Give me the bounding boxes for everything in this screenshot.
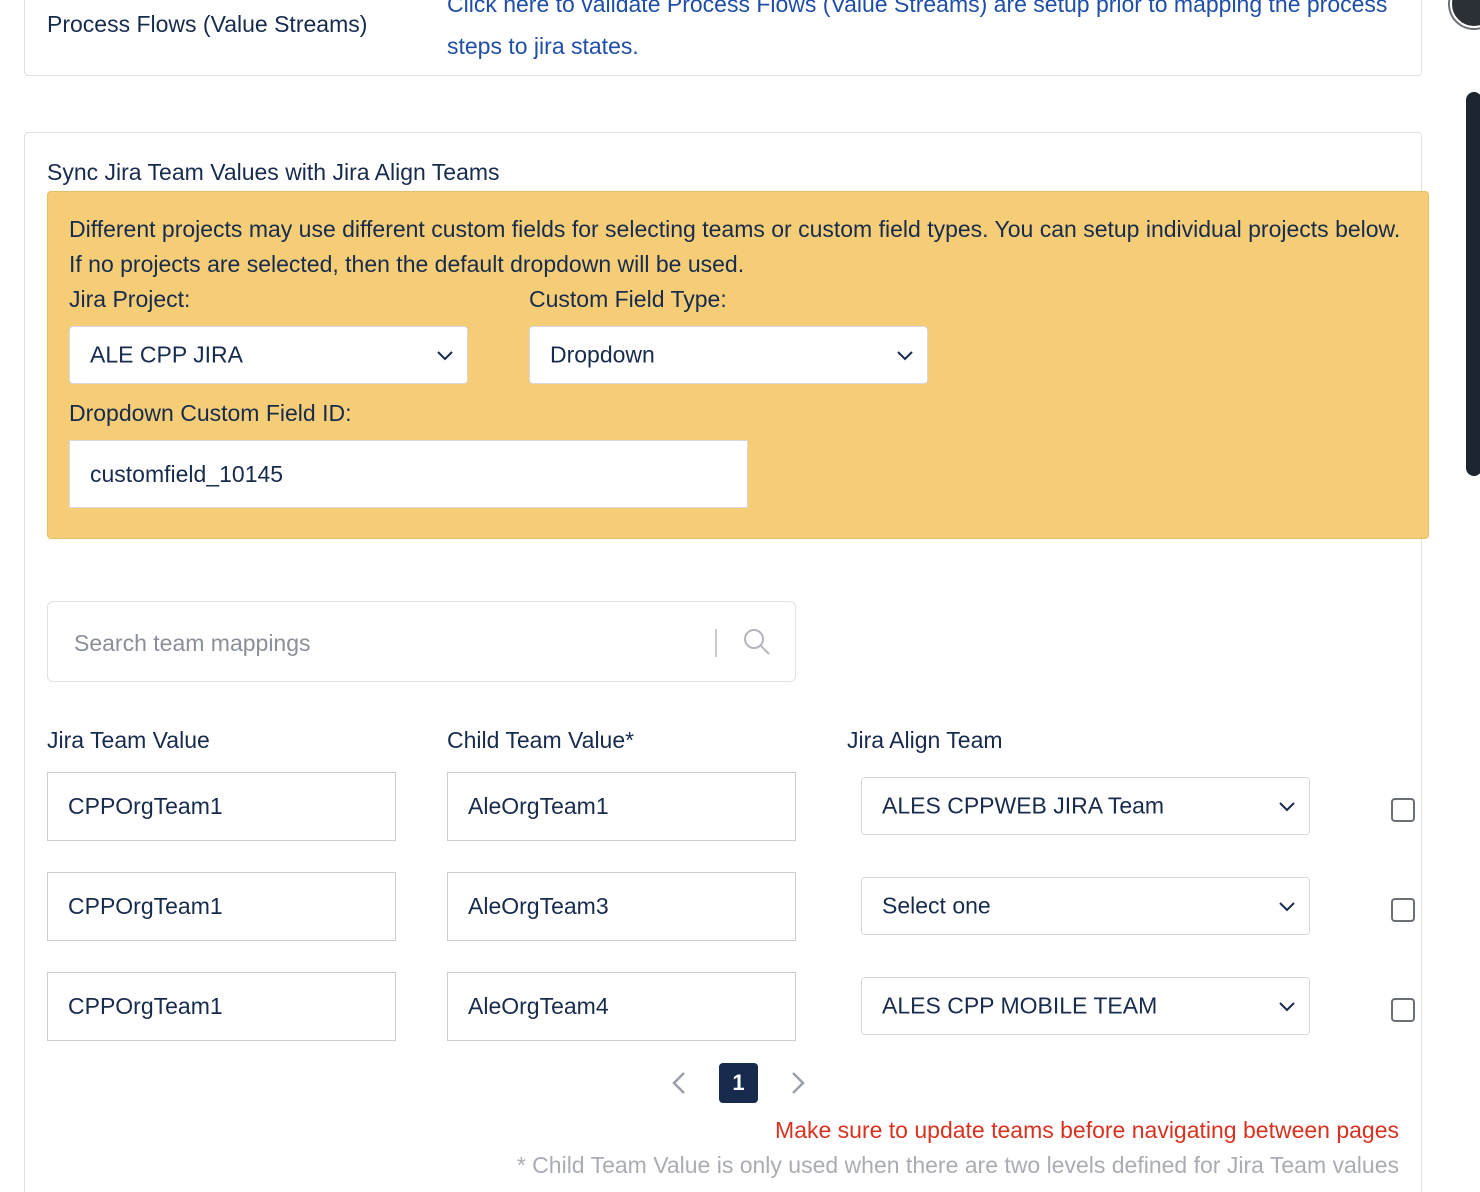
pagination-warning: Make sure to update teams before navigat… (775, 1117, 1399, 1143)
search-input[interactable] (72, 620, 676, 666)
row-checkbox[interactable] (1391, 998, 1415, 1022)
section-title: Sync Jira Team Values with Jira Align Te… (47, 159, 500, 185)
chevron-down-icon (1279, 902, 1295, 912)
search-icon[interactable] (742, 627, 772, 657)
prev-page-icon[interactable] (668, 1068, 690, 1098)
chevron-down-icon (1279, 802, 1295, 812)
jira-align-team-select[interactable]: Select one (861, 877, 1310, 935)
child-team-value-input[interactable] (447, 872, 796, 941)
jira-align-team-value: ALES CPP MOBILE TEAM (882, 992, 1158, 1019)
jira-project-select[interactable]: ALE CPP JIRA (69, 326, 468, 384)
child-team-footnote: * Child Team Value is only used when the… (516, 1152, 1399, 1178)
search-divider (715, 629, 717, 657)
validate-process-flows-link[interactable]: Click here to validate Process Flows (Va… (447, 0, 1407, 67)
jira-project-value: ALE CPP JIRA (90, 341, 243, 368)
custom-field-type-value: Dropdown (550, 341, 655, 368)
page: Process Flows (Value Streams) Click here… (0, 0, 1480, 1192)
chevron-down-icon (897, 351, 913, 361)
jira-team-value-input[interactable] (47, 772, 396, 841)
jira-align-team-select[interactable]: ALES CPPWEB JIRA Team (861, 777, 1310, 835)
custom-field-type-select[interactable]: Dropdown (529, 326, 928, 384)
help-badge-icon[interactable] (1450, 0, 1480, 28)
jira-team-value-input[interactable] (47, 972, 396, 1041)
project-config-panel: Different projects may use different cus… (47, 191, 1429, 539)
child-team-value-input[interactable] (447, 972, 796, 1041)
jira-align-team-value: Select one (882, 892, 991, 919)
page-number-current[interactable]: 1 (719, 1063, 758, 1103)
header-jira-team-value: Jira Team Value (47, 727, 210, 753)
next-page-icon[interactable] (787, 1068, 809, 1098)
sync-teams-card: Sync Jira Team Values with Jira Align Te… (24, 132, 1429, 1192)
jira-project-label: Jira Project: (69, 286, 191, 312)
jira-align-team-value: ALES CPPWEB JIRA Team (882, 792, 1165, 819)
chevron-down-icon (437, 351, 453, 361)
row-checkbox[interactable] (1391, 798, 1415, 822)
row-checkbox[interactable] (1391, 898, 1415, 922)
process-flows-card: Process Flows (Value Streams) Click here… (24, 0, 1422, 76)
project-config-note: Different projects may use different cus… (69, 216, 1401, 277)
chevron-down-icon (1279, 1002, 1295, 1012)
custom-field-type-label: Custom Field Type: (529, 286, 727, 312)
process-flows-label: Process Flows (Value Streams) (47, 11, 368, 37)
search-box (47, 601, 796, 682)
jira-team-value-input[interactable] (47, 872, 396, 941)
child-team-value-input[interactable] (447, 772, 796, 841)
jira-align-team-select[interactable]: ALES CPP MOBILE TEAM (861, 977, 1310, 1035)
dropdown-field-id-input[interactable] (69, 440, 748, 508)
scrollbar-thumb[interactable] (1466, 92, 1480, 476)
header-child-team-value: Child Team Value* (447, 727, 635, 753)
header-jira-align-team: Jira Align Team (847, 727, 1003, 753)
dropdown-field-id-label: Dropdown Custom Field ID: (69, 400, 352, 426)
